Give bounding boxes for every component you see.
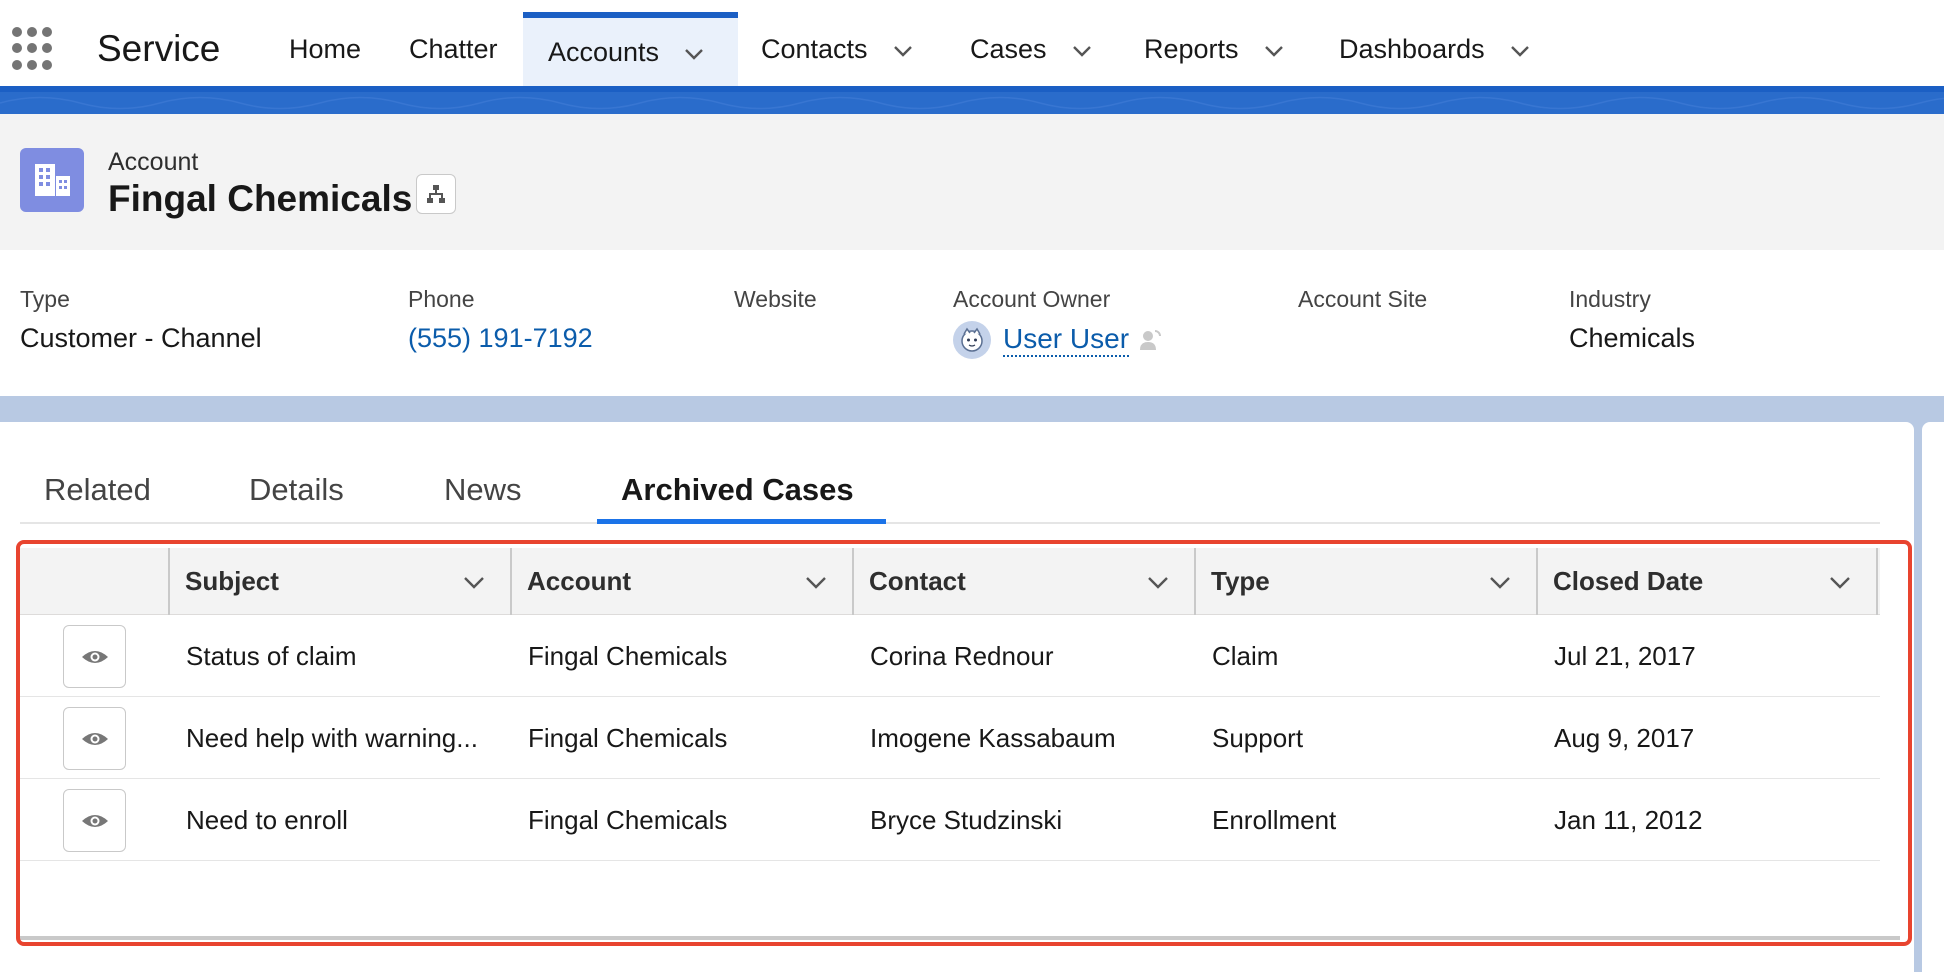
nav-item-home[interactable]: Home — [289, 12, 361, 86]
cell-account: Fingal Chemicals — [528, 804, 728, 835]
column-label: Closed Date — [1553, 566, 1704, 596]
field-label: Account Owner — [953, 286, 1111, 312]
chevron-down-icon[interactable] — [1071, 38, 1093, 60]
table-row: Status of claim Fingal Chemicals Corina … — [20, 615, 1880, 697]
cell-subject: Need to enroll — [186, 804, 348, 835]
cell-type: Claim — [1212, 640, 1279, 671]
chevron-down-icon[interactable] — [1488, 570, 1512, 594]
cell-contact: Corina Rednour — [870, 640, 1054, 671]
global-navigation: Service Home Chatter Accounts Contacts C… — [0, 0, 1944, 86]
eye-icon — [81, 814, 108, 827]
cell-subject: Need help with warning... — [186, 722, 478, 753]
table-header: Subject Account Contact Type Closed Date — [20, 548, 1880, 615]
cell-account: Fingal Chemicals — [528, 640, 728, 671]
account-owner-link[interactable]: User User — [1003, 323, 1130, 358]
field-label: Phone — [408, 286, 475, 312]
chevron-down-icon[interactable] — [1509, 38, 1531, 60]
tab-news[interactable]: News — [444, 456, 522, 524]
nav-item-label: Contacts — [761, 33, 868, 64]
chevron-down-icon[interactable] — [462, 570, 486, 594]
cell-account: Fingal Chemicals — [528, 722, 728, 753]
cell-type: Support — [1212, 722, 1304, 753]
field-label: Account Site — [1298, 286, 1428, 312]
column-label: Subject — [185, 566, 279, 596]
field-industry: Industry Chemicals — [1569, 286, 1695, 354]
hierarchy-icon — [427, 185, 445, 203]
record-tabs: Related Details News Archived Cases — [20, 456, 1880, 524]
chevron-down-icon[interactable] — [892, 38, 914, 60]
field-account-owner: Account Owner User User — [953, 286, 1163, 359]
tab-archived-cases[interactable]: Archived Cases — [621, 456, 854, 524]
nav-item-reports[interactable]: Reports — [1144, 12, 1285, 86]
record-object-label: Account — [108, 148, 199, 176]
chevron-down-icon[interactable] — [804, 570, 828, 594]
chevron-down-icon[interactable] — [1146, 570, 1170, 594]
tab-details[interactable]: Details — [249, 456, 344, 524]
nav-item-label: Dashboards — [1339, 33, 1485, 64]
side-card — [1922, 422, 1944, 972]
nav-item-chatter[interactable]: Chatter — [409, 12, 498, 86]
nav-item-label: Chatter — [409, 33, 498, 64]
eye-icon — [81, 650, 108, 663]
column-label: Account — [527, 566, 631, 596]
cell-subject: Status of claim — [186, 640, 357, 671]
app-name: Service — [97, 28, 221, 69]
cell-contact: Imogene Kassabaum — [870, 722, 1116, 753]
field-type: Type Customer - Channel — [20, 286, 262, 354]
field-value: Chemicals — [1569, 323, 1696, 353]
cell-closed-date: Aug 9, 2017 — [1554, 722, 1695, 753]
nav-item-label: Cases — [970, 33, 1047, 64]
chevron-down-icon[interactable] — [1828, 570, 1852, 594]
nav-item-accounts[interactable]: Accounts — [523, 12, 738, 86]
nav-item-contacts[interactable]: Contacts — [761, 12, 914, 86]
column-label: Type — [1211, 566, 1270, 596]
record-header: Account Fingal Chemicals — [0, 114, 1944, 250]
view-record-button[interactable] — [63, 625, 126, 688]
avatar — [953, 321, 991, 359]
cell-closed-date: Jan 11, 2012 — [1554, 804, 1703, 835]
phone-link[interactable]: (555) 191-7192 — [408, 323, 593, 354]
field-label: Industry — [1569, 286, 1651, 312]
cell-closed-date: Jul 21, 2017 — [1554, 640, 1696, 671]
tab-related[interactable]: Related — [44, 456, 151, 524]
table-row: Need to enroll Fingal Chemicals Bryce St… — [20, 779, 1880, 861]
cell-contact: Bryce Studzinski — [870, 804, 1063, 835]
field-website: Website — [734, 286, 817, 323]
nav-item-dashboards[interactable]: Dashboards — [1339, 12, 1531, 86]
record-title: Fingal Chemicals — [108, 178, 413, 219]
field-value: Customer - Channel — [20, 323, 262, 353]
field-label: Type — [20, 286, 70, 312]
view-record-button[interactable] — [63, 707, 126, 770]
card-bottom-edge — [20, 936, 1900, 940]
column-label: Contact — [869, 566, 966, 596]
account-building-icon — [20, 148, 84, 212]
field-account-site: Account Site — [1298, 286, 1427, 323]
change-owner-icon[interactable] — [1137, 327, 1163, 353]
app-launcher-icon[interactable] — [12, 27, 56, 71]
active-tab-indicator — [597, 519, 886, 524]
nav-item-cases[interactable]: Cases — [970, 12, 1093, 86]
column-header-account[interactable]: Account — [510, 548, 852, 615]
nav-item-label: Reports — [1144, 33, 1239, 64]
chevron-down-icon[interactable] — [1263, 38, 1285, 60]
view-hierarchy-button[interactable] — [416, 174, 456, 214]
column-header-subject[interactable]: Subject — [168, 548, 510, 615]
eye-icon — [81, 732, 108, 745]
column-header-type[interactable]: Type — [1194, 548, 1536, 615]
highlights-panel: Type Customer - Channel Phone (555) 191-… — [0, 250, 1944, 396]
field-phone: Phone (555) 191-7192 — [408, 286, 593, 354]
column-header-closed-date[interactable]: Closed Date — [1536, 548, 1878, 615]
chevron-down-icon[interactable] — [683, 41, 705, 63]
nav-item-label: Accounts — [548, 36, 660, 67]
field-label: Website — [734, 286, 817, 312]
cell-type: Enrollment — [1212, 804, 1337, 835]
table-row: Need help with warning... Fingal Chemica… — [20, 697, 1880, 779]
nav-item-label: Home — [289, 33, 362, 64]
view-record-button[interactable] — [63, 789, 126, 852]
nav-stripe — [0, 86, 1944, 114]
column-header-contact[interactable]: Contact — [852, 548, 1194, 615]
